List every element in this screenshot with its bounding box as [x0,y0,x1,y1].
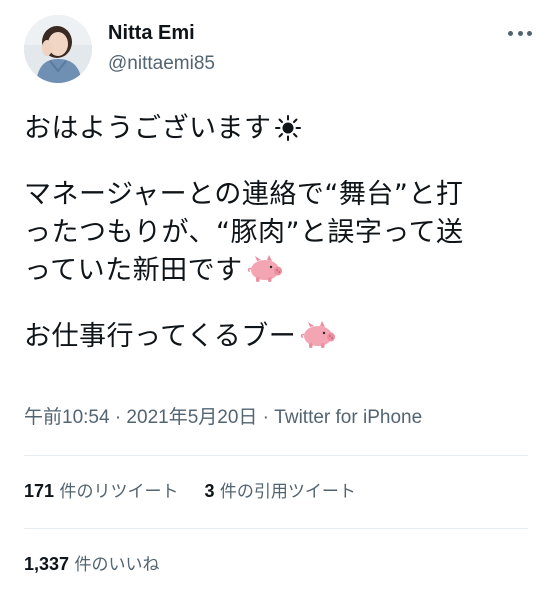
tweet-line-text: お仕事行ってくるブー [24,321,297,352]
tweet-line-text: ったつもりが、“豚肉”と誤字って送 [24,217,464,248]
author-names[interactable]: Nitta Emi @nittaemi85 [108,20,215,77]
sun-emoji [274,114,302,153]
retweets-label: 件のリツイート [54,482,179,502]
retweets-stat[interactable]: 171 件のリツイート [24,479,178,504]
timestamp[interactable]: 午前10:54 · 2021年5月20日 · [24,407,274,428]
quotes-label: 件の引用ツイート [214,482,356,502]
display-name[interactable]: Nitta Emi [108,20,215,46]
pig-emoji [298,320,336,361]
tweet-line-text: おはようございます [24,113,272,144]
likes-label: 件のいいね [69,555,160,575]
likes-stat[interactable]: 1,337 件のいいね [24,552,159,577]
like-stats: 1,337 件のいいね [24,552,159,577]
likes-count: 1,337 [24,554,70,574]
retweet-stats: 171 件のリツイート 3 件の引用ツイート [24,479,356,504]
profile-photo-image [24,15,92,83]
tweet-line-text: っていた新田です [24,255,243,286]
tweet-line: っていた新田です [24,252,524,290]
tweet-line: おはようございます [24,110,524,148]
tweet-header: Nitta Emi @nittaemi85 [24,15,532,85]
tweet-line: マネージャーとの連絡で“舞台”と打 [24,176,524,214]
tweet-text: おはようございます マネージャーとの連絡で“舞台”と打 ったつもりが、“豚肉”と… [24,110,524,356]
more-dot [508,30,513,36]
more-dot [517,30,523,36]
tweet-card: Nitta Emi @nittaemi85 おはようございます マネージャーとの… [0,0,550,599]
user-handle[interactable]: @nittaemi85 [108,51,215,77]
more-horizontal-icon[interactable] [508,27,532,39]
avatar[interactable] [24,15,92,83]
quotes-count: 3 [204,481,215,501]
tweet-meta: 午前10:54 · 2021年5月20日 · Twitter for iPhon… [24,404,422,432]
tweet-line-text: マネージャーとの連絡で“舞台”と打 [24,179,464,210]
retweets-count: 171 [24,481,55,501]
divider [24,528,528,529]
more-dot [527,30,532,36]
quotes-stat[interactable]: 3 件の引用ツイート [204,479,355,504]
pig-emoji [245,254,283,295]
tweet-line: お仕事行ってくるブー [24,318,524,356]
tweet-line: ったつもりが、“豚肉”と誤字って送 [24,214,524,252]
divider [24,455,528,456]
source-link[interactable]: Twitter for iPhone [274,407,422,428]
